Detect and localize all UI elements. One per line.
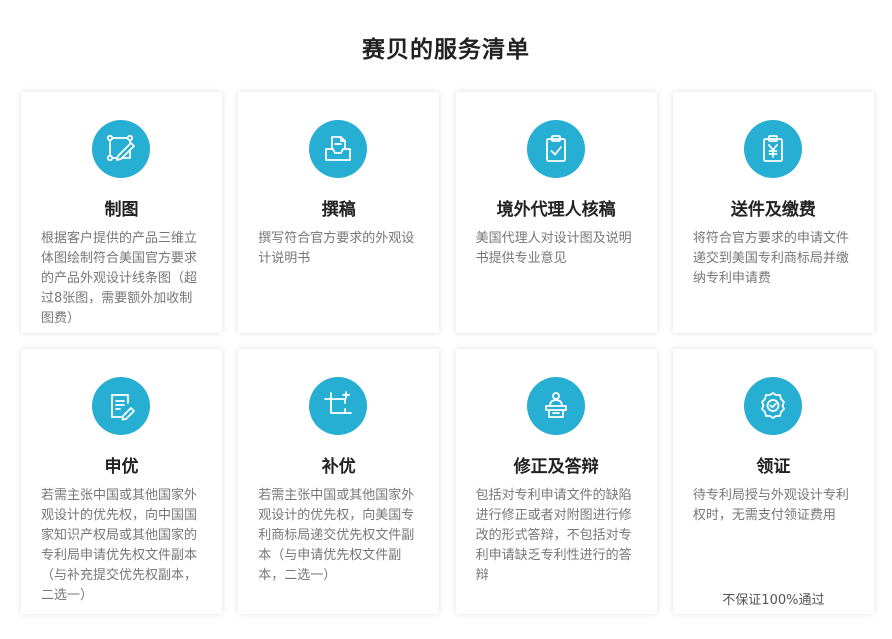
card-title: 领证 <box>756 457 791 477</box>
guarantee-note: 不保证100%通过 <box>722 593 825 608</box>
card-description: 根据客户提供的产品三维立体图绘制符合美国官方要求的产品外观设计线条图（超过8张图… <box>41 231 198 326</box>
service-list-page: 赛贝的服务清单 制图 根据客户提供的产品三维立体图绘制符合美国官方要求的产品外观… <box>0 0 892 639</box>
yen-receipt-icon <box>743 120 802 178</box>
card-description: 若需主张中国或其他国家外观设计的优先权，向中国国家知识产权局或其他国家的专利局申… <box>41 488 198 603</box>
card-title: 修正及答辩 <box>513 457 599 477</box>
service-card-review: 境外代理人核稿 美国代理人对设计图及说明书提供专业意见 <box>455 92 657 333</box>
card-title: 境外代理人核稿 <box>496 200 616 220</box>
drawing-icon <box>92 120 150 178</box>
service-card-priority-supplement: 补优 若需主张中国或其他国家外观设计的优先权，向美国专利商标局递交优先权文件副本… <box>238 349 440 614</box>
card-title: 申优 <box>104 457 139 477</box>
card-description: 待专利局授与外观设计专利权时，无需支付领证费用 <box>692 488 849 523</box>
speaker-podium-icon <box>526 377 585 435</box>
card-description: 若需主张中国或其他国家外观设计的优先权，向美国专利商标局递交优先权文件副本（与申… <box>258 488 415 583</box>
clipboard-check-icon <box>526 120 585 178</box>
service-card-submission: 送件及缴费 将符合官方要求的申请文件递交到美国专利商标局并缴纳专利申请费 <box>672 92 874 333</box>
card-description: 包括对专利申请文件的缺陷进行修正或者对附图进行修改的形式答辩，不包括对专利申请缺… <box>475 488 632 583</box>
service-grid: 制图 根据客户提供的产品三维立体图绘制符合美国官方要求的产品外观设计线条图（超过… <box>21 92 874 614</box>
certificate-badge-icon <box>743 377 802 435</box>
document-edit-icon <box>92 377 150 435</box>
service-card-drawing: 制图 根据客户提供的产品三维立体图绘制符合美国官方要求的产品外观设计线条图（超过… <box>21 92 222 333</box>
card-description: 美国代理人对设计图及说明书提供专业意见 <box>475 231 632 266</box>
card-title: 补优 <box>321 457 356 477</box>
crop-add-icon <box>309 377 368 435</box>
card-description: 将符合官方要求的申请文件递交到美国专利商标局并缴纳专利申请费 <box>692 231 849 286</box>
card-title: 送件及缴费 <box>730 200 816 220</box>
service-card-priority-apply: 申优 若需主张中国或其他国家外观设计的优先权，向中国国家知识产权局或其他国家的专… <box>21 349 222 614</box>
card-title: 撰稿 <box>321 200 356 220</box>
service-card-certificate: 领证 待专利局授与外观设计专利权时，无需支付领证费用 不保证100%通过 <box>672 349 874 614</box>
service-card-amendment: 修正及答辩 包括对专利申请文件的缺陷进行修正或者对附图进行修改的形式答辩，不包括… <box>455 349 657 614</box>
card-description: 撰写符合官方要求的外观设计说明书 <box>258 231 415 266</box>
page-title: 赛贝的服务清单 <box>362 37 530 63</box>
document-tray-icon <box>309 120 368 178</box>
card-title: 制图 <box>104 200 139 220</box>
service-card-writing: 撰稿 撰写符合官方要求的外观设计说明书 <box>238 92 440 333</box>
